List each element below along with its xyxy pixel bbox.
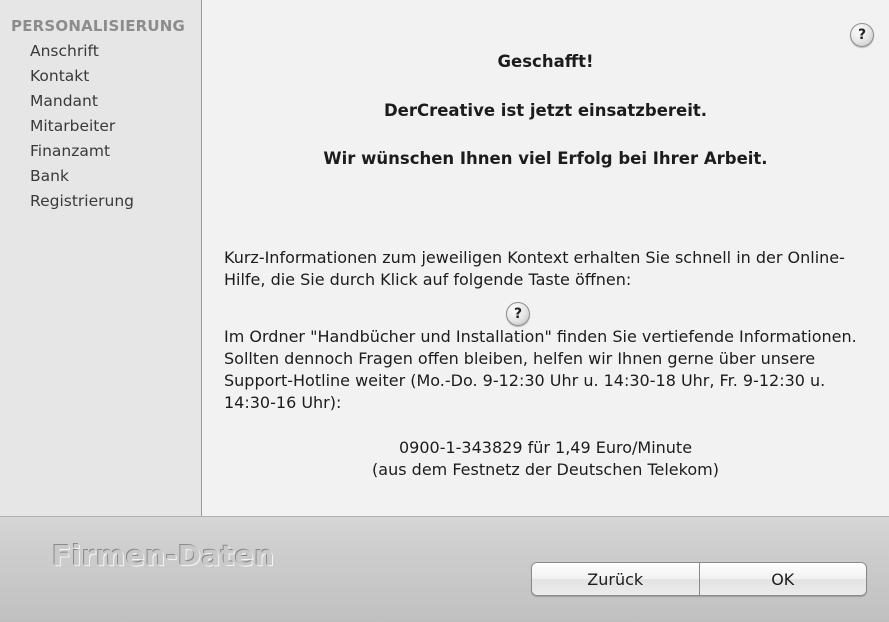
sidebar: PERSONALISIERUNG Anschrift Kontakt Manda… (0, 0, 202, 516)
online-help-button[interactable]: ? (506, 302, 530, 326)
sidebar-list: Anschrift Kontakt Mandant Mitarbeiter Fi… (30, 39, 134, 214)
hotline-number: 0900-1-343829 für 1,49 Euro/Minute (398, 438, 693, 457)
sidebar-item-mandant[interactable]: Mandant (30, 89, 134, 114)
sidebar-item-anschrift[interactable]: Anschrift (30, 39, 134, 64)
navigation-buttons: Zurück OK (531, 562, 867, 596)
ok-button[interactable]: OK (698, 563, 866, 595)
back-button[interactable]: Zurück (532, 563, 699, 595)
sidebar-item-registrierung[interactable]: Registrierung (30, 189, 134, 214)
sidebar-item-mitarbeiter[interactable]: Mitarbeiter (30, 114, 134, 139)
help-icon[interactable]: ? (850, 23, 874, 47)
wishes-message: Wir wünschen Ihnen viel Erfolg bei Ihrer… (323, 149, 768, 168)
sidebar-item-bank[interactable]: Bank (30, 164, 134, 189)
brand-logo: Firmen-Daten (52, 539, 275, 572)
hotline-block: 0900-1-343829 für 1,49 Euro/Minute (aus … (202, 437, 889, 481)
hotline-note: (aus dem Festnetz der Deutschen Telekom) (372, 460, 719, 479)
online-help-info: Kurz-Informationen zum jeweiligen Kontex… (224, 248, 845, 289)
support-info: Im Ordner "Handbücher und Installation" … (224, 327, 857, 412)
ready-message: DerCreative ist jetzt einsatzbereit. (383, 101, 708, 120)
content-panel: ? Geschafft! DerCreative ist jetzt einsa… (202, 0, 889, 516)
sidebar-item-kontakt[interactable]: Kontakt (30, 64, 134, 89)
sidebar-item-finanzamt[interactable]: Finanzamt (30, 139, 134, 164)
sidebar-heading: PERSONALISIERUNG (11, 17, 186, 35)
success-heading: Geschafft! (497, 52, 594, 71)
footer-bar: Firmen-Daten Zurück OK (0, 516, 889, 622)
